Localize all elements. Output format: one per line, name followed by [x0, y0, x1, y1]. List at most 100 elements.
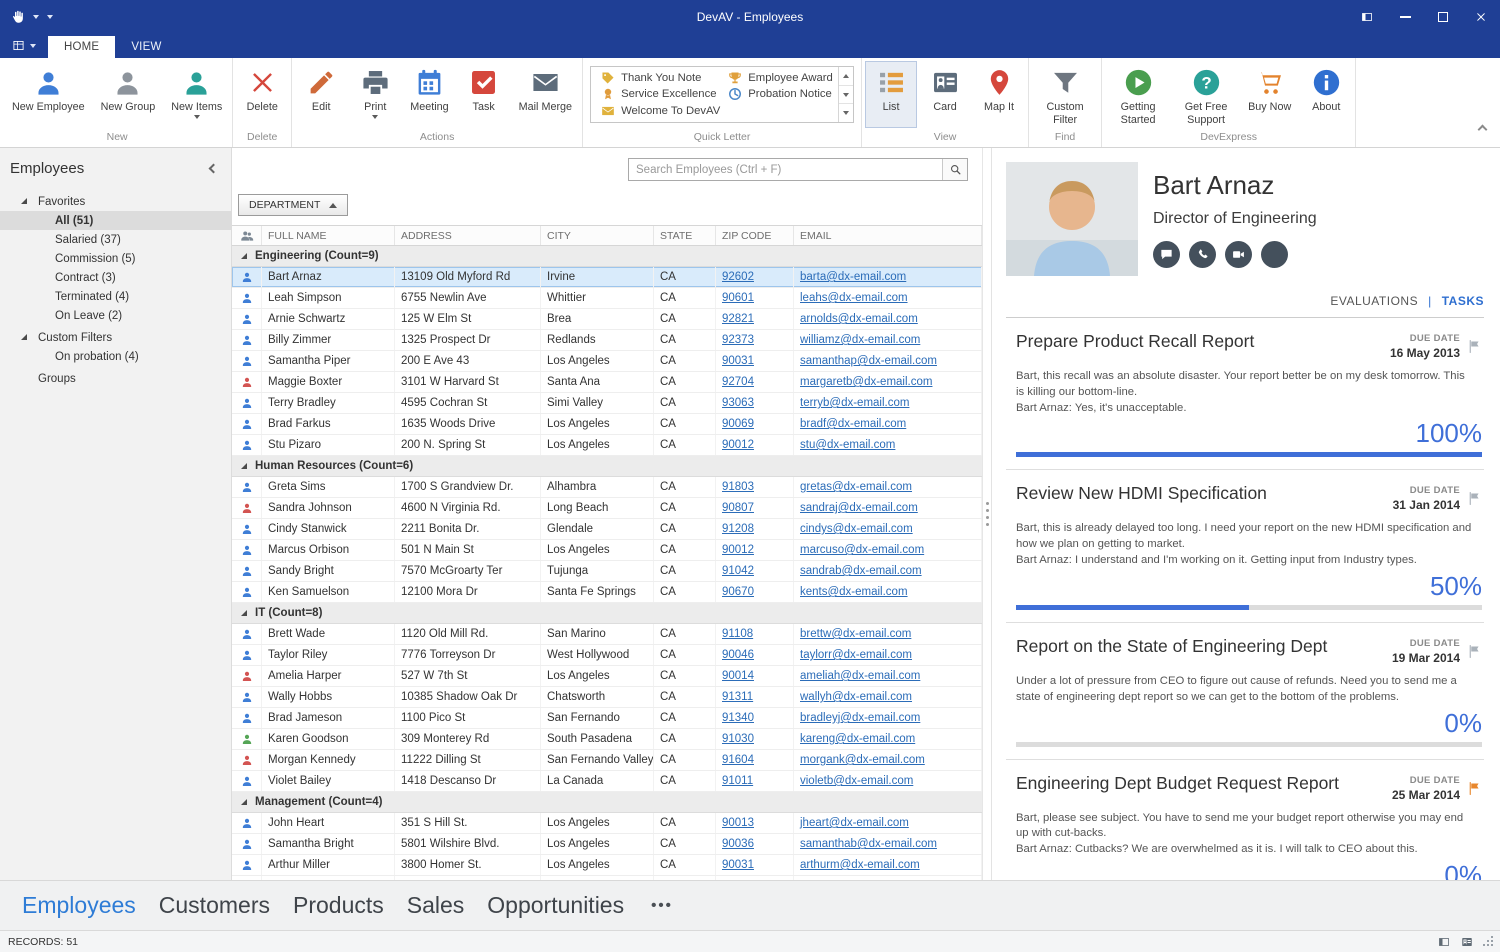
sidebar-item-on-leave-2[interactable]: On Leave (2): [0, 306, 231, 325]
app-logo-icon[interactable]: [10, 9, 25, 24]
cell-email-link[interactable]: kareng@dx-email.com: [794, 729, 982, 749]
task-card-report-on-the-state-of-engineering-dept[interactable]: Report on the State of Engineering Dept …: [1006, 623, 1484, 760]
cell-zip-link[interactable]: 90012: [716, 540, 794, 560]
cell-zip-link[interactable]: 91311: [716, 687, 794, 707]
employee-row-wally-hobbs[interactable]: Wally Hobbs 10385 Shadow Oak Dr Chatswor…: [232, 687, 982, 708]
column-header-city[interactable]: CITY: [541, 226, 654, 245]
get-free-support-button[interactable]: Get Free Support: [1173, 61, 1239, 128]
sidebar-item-all-51[interactable]: All (51): [0, 211, 231, 230]
close-button[interactable]: [1462, 0, 1500, 33]
collapse-group-icon[interactable]: [241, 799, 247, 805]
ribbon-tab-home[interactable]: HOME: [48, 36, 115, 58]
cell-email-link[interactable]: ameliah@dx-email.com: [794, 666, 982, 686]
cell-zip-link[interactable]: 92602: [716, 267, 794, 287]
cell-email-link[interactable]: cindys@dx-email.com: [794, 519, 982, 539]
quick-access-caret-icon[interactable]: [47, 15, 53, 19]
employee-row-samantha-piper[interactable]: Samantha Piper 200 E Ave 43 Los Angeles …: [232, 351, 982, 372]
collapse-ribbon-button[interactable]: [1479, 120, 1486, 138]
cell-zip-link[interactable]: 90031: [716, 855, 794, 875]
cell-email-link[interactable]: bradleyj@dx-email.com: [794, 708, 982, 728]
cell-email-link[interactable]: samanthab@dx-email.com: [794, 834, 982, 854]
edit-button[interactable]: Edit: [295, 61, 347, 128]
cell-zip-link[interactable]: 90013: [716, 813, 794, 833]
collapse-group-icon[interactable]: [241, 463, 247, 469]
group-by-department-chip[interactable]: DEPARTMENT: [238, 194, 348, 216]
employee-row-ken-samuelson[interactable]: Ken Samuelson 12100 Mora Dr Santa Fe Spr…: [232, 582, 982, 603]
cell-email-link[interactable]: leahs@dx-email.com: [794, 288, 982, 308]
nav-item-employees[interactable]: Employees: [22, 892, 136, 919]
task-flag-icon[interactable]: [1467, 644, 1482, 659]
cell-email-link[interactable]: wallyh@dx-email.com: [794, 687, 982, 707]
nav-item-customers[interactable]: Customers: [159, 892, 270, 919]
task-flag-icon[interactable]: [1467, 491, 1482, 506]
sidebar-item-contract-3[interactable]: Contract (3): [0, 268, 231, 287]
nav-item-sales[interactable]: Sales: [407, 892, 465, 919]
cell-zip-link[interactable]: 92821: [716, 309, 794, 329]
cell-zip-link[interactable]: 91604: [716, 750, 794, 770]
employee-row-maggie-boxter[interactable]: Maggie Boxter 3101 W Harvard St Santa An…: [232, 372, 982, 393]
gallery-dropdown-button[interactable]: [839, 104, 853, 122]
group-row-human-resources-count-6[interactable]: Human Resources (Count=6): [232, 456, 982, 477]
cell-zip-link[interactable]: 90601: [716, 288, 794, 308]
cell-zip-link[interactable]: 90069: [716, 414, 794, 434]
quick-letter-item-service-excellence[interactable]: Service Excellence: [597, 86, 724, 102]
cell-email-link[interactable]: violetb@dx-email.com: [794, 771, 982, 791]
cell-email-link[interactable]: samanthap@dx-email.com: [794, 351, 982, 371]
mail-merge-button[interactable]: Mail Merge: [512, 61, 579, 128]
employee-row-violet-bailey[interactable]: Violet Bailey 1418 Descanso Dr La Canada…: [232, 771, 982, 792]
task-flag-icon[interactable]: [1467, 339, 1482, 354]
cell-email-link[interactable]: williamz@dx-email.com: [794, 330, 982, 350]
cell-email-link[interactable]: terryb@dx-email.com: [794, 393, 982, 413]
maximize-button[interactable]: [1424, 0, 1462, 33]
search-button[interactable]: [942, 159, 967, 180]
cell-zip-link[interactable]: 93063: [716, 393, 794, 413]
column-header-email[interactable]: EMAIL: [794, 226, 982, 245]
employee-row-brad-jameson[interactable]: Brad Jameson 1100 Pico St San Fernando C…: [232, 708, 982, 729]
group-row-management-count-4[interactable]: Management (Count=4): [232, 792, 982, 813]
employee-row-brett-wade[interactable]: Brett Wade 1120 Old Mill Rd. San Marino …: [232, 624, 982, 645]
contact-mail-button[interactable]: [1261, 241, 1288, 268]
gallery-scroll-down-button[interactable]: [839, 86, 853, 105]
cell-email-link[interactable]: marcuso@dx-email.com: [794, 540, 982, 560]
cell-email-link[interactable]: gretas@dx-email.com: [794, 477, 982, 497]
cell-email-link[interactable]: bradf@dx-email.com: [794, 414, 982, 434]
card-view-toggle-icon[interactable]: [1459, 934, 1475, 950]
new-items-button[interactable]: New Items: [164, 61, 229, 128]
cell-zip-link[interactable]: 91340: [716, 708, 794, 728]
task-flag-icon[interactable]: [1467, 781, 1482, 796]
new-employee-button[interactable]: New Employee: [5, 61, 92, 128]
column-header-zip-code[interactable]: ZIP CODE: [716, 226, 794, 245]
sidebar-item-commission-5[interactable]: Commission (5): [0, 249, 231, 268]
cell-email-link[interactable]: brettw@dx-email.com: [794, 624, 982, 644]
cell-zip-link[interactable]: 90046: [716, 645, 794, 665]
employee-row-stu-pizaro[interactable]: Stu Pizaro 200 N. Spring St Los Angeles …: [232, 435, 982, 456]
contact-chat-button[interactable]: [1153, 241, 1180, 268]
employee-search-input[interactable]: [629, 159, 942, 180]
employee-row-cindy-stanwick[interactable]: Cindy Stanwick 2211 Bonita Dr. Glendale …: [232, 519, 982, 540]
print-button[interactable]: Print: [349, 61, 401, 128]
group-row-it-count-8[interactable]: IT (Count=8): [232, 603, 982, 624]
employee-row-billy-zimmer[interactable]: Billy Zimmer 1325 Prospect Dr Redlands C…: [232, 330, 982, 351]
cell-email-link[interactable]: arnolds@dx-email.com: [794, 309, 982, 329]
quick-letter-item-welcome-to-devav[interactable]: Welcome To DevAV: [597, 103, 724, 119]
cell-email-link[interactable]: taylorr@dx-email.com: [794, 645, 982, 665]
cell-email-link[interactable]: barta@dx-email.com: [794, 267, 982, 287]
quick-letter-item-thank-you-note[interactable]: Thank You Note: [597, 70, 724, 86]
cell-zip-link[interactable]: 90036: [716, 834, 794, 854]
cell-zip-link[interactable]: 90014: [716, 666, 794, 686]
cell-email-link[interactable]: jheart@dx-email.com: [794, 813, 982, 833]
collapse-group-icon[interactable]: [241, 253, 247, 259]
cell-zip-link[interactable]: 91803: [716, 477, 794, 497]
cell-email-link[interactable]: margaretb@dx-email.com: [794, 372, 982, 392]
getting-started-button[interactable]: Getting Started: [1105, 61, 1171, 128]
cell-zip-link[interactable]: 91011: [716, 771, 794, 791]
employee-row-amelia-harper[interactable]: Amelia Harper 527 W 7th St Los Angeles C…: [232, 666, 982, 687]
app-menu-caret-icon[interactable]: [33, 15, 39, 19]
cell-zip-link[interactable]: 90807: [716, 498, 794, 518]
employee-row-morgan-kennedy[interactable]: Morgan Kennedy 11222 Dilling St San Fern…: [232, 750, 982, 771]
task-card-prepare-product-recall-report[interactable]: Prepare Product Recall Report DUE DATE 1…: [1006, 318, 1484, 470]
cell-zip-link[interactable]: 91208: [716, 519, 794, 539]
quick-letter-item-employee-award[interactable]: Employee Award: [724, 70, 838, 86]
sidebar-item-terminated-4[interactable]: Terminated (4): [0, 287, 231, 306]
custom-filter-button[interactable]: Custom Filter: [1032, 61, 1098, 128]
